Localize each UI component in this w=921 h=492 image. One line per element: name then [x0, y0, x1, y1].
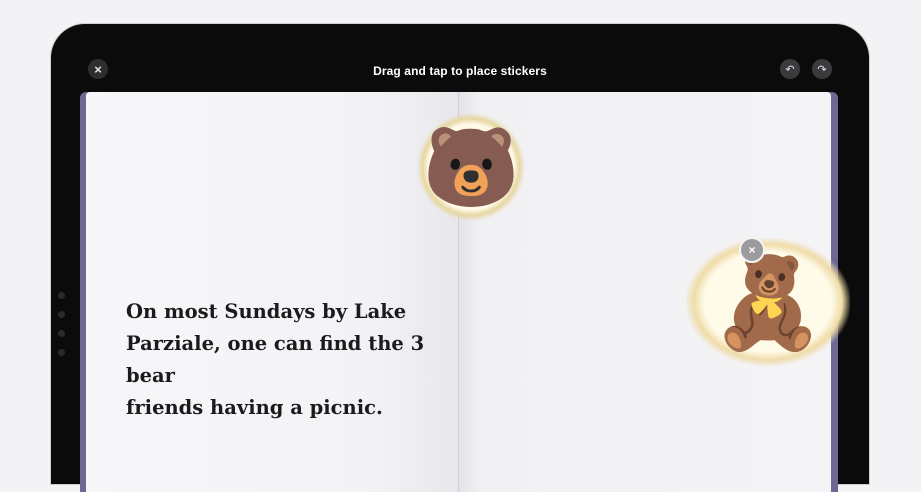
indicator-dot	[58, 292, 65, 299]
bear-face-icon: 🐻	[422, 123, 520, 211]
indicator-dot	[58, 349, 65, 356]
story-text: On most Sundays by Lake Parziale, one ca…	[126, 296, 456, 424]
side-indicators	[58, 292, 66, 368]
indicator-dot	[58, 311, 65, 318]
toolbar-title: Drag and tap to place stickers	[373, 64, 547, 78]
remove-sticker-icon[interactable]: ×	[739, 237, 765, 263]
redo-icon[interactable]: ↷	[812, 59, 832, 79]
story-line: Parziale, one can find the 3 bear	[126, 332, 425, 387]
bear-face-sticker[interactable]: 🐻	[416, 112, 526, 222]
undo-icon[interactable]: ↶	[780, 59, 800, 79]
teddy-bear-sticker[interactable]: 🧸	[686, 238, 850, 366]
indicator-dot	[58, 330, 65, 337]
story-line: On most Sundays by Lake	[126, 300, 407, 323]
story-line: friends having a picnic.	[126, 396, 383, 419]
teddy-bear-icon: 🧸	[710, 251, 826, 353]
left-page: On most Sundays by Lake Parziale, one ca…	[86, 92, 459, 492]
